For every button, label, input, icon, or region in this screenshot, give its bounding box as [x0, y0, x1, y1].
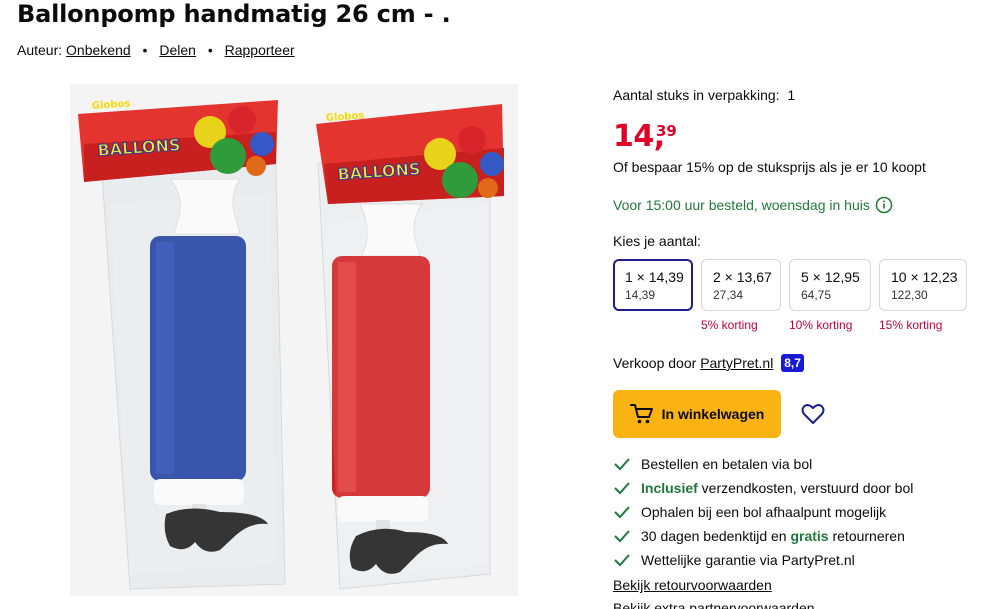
usp-item: Bestellen en betalen via bol — [613, 456, 812, 472]
author-link[interactable]: Onbekend — [66, 42, 131, 58]
check-icon — [614, 530, 630, 543]
price-decimals: 39 — [656, 122, 677, 140]
author-label: Auteur: — [17, 42, 63, 58]
add-to-cart-button[interactable]: In winkelwagen — [613, 390, 781, 438]
cart-icon — [629, 404, 653, 424]
pack-info: Aantal stuks in verpakking: 1 — [613, 87, 795, 103]
quantity-label: Kies je aantal: — [613, 233, 701, 249]
usp-text: 30 dagen bedenktijd en — [641, 528, 791, 544]
usp-text: Ophalen bij een bol afhaalpunt mogelijk — [641, 504, 887, 520]
add-to-cart-label: In winkelwagen — [661, 406, 765, 422]
quantity-option-total: 64,75 — [801, 288, 832, 302]
page-title: Ballonpomp handmatig 26 cm - . — [17, 0, 451, 28]
bulk-offer: Of bespaar 15% op de stuksprijs als je e… — [613, 159, 926, 175]
share-link[interactable]: Delen — [159, 42, 196, 58]
product-image[interactable]: Globos BALLONS Globos BALLONS — [70, 84, 518, 596]
seller-label: Verkoop door — [613, 355, 697, 371]
usp-item: Wettelijke garantie via PartyPret.nl — [613, 552, 855, 568]
check-icon — [614, 506, 630, 519]
pack-info-value: 1 — [787, 87, 796, 103]
pack-info-label: Aantal stuks in verpakking: — [613, 87, 780, 103]
check-icon — [614, 458, 630, 471]
report-link[interactable]: Rapporteer — [225, 42, 295, 58]
info-icon[interactable] — [875, 196, 893, 214]
quantity-option-price: 1 × 14,39 — [625, 269, 684, 285]
discount-label: 5% korting — [701, 318, 758, 332]
product-photo: Globos BALLONS Globos BALLONS — [70, 84, 518, 596]
meta-separator: • — [142, 42, 148, 58]
discount-label: 10% korting — [789, 318, 853, 332]
seller-score-badge: 8,7 — [781, 354, 804, 372]
quantity-option-price: 10 × 12,23 — [891, 269, 958, 285]
usp-item: 30 dagen bedenktijd en gratis retournere… — [613, 528, 905, 544]
usp-text: retourneren — [828, 528, 905, 544]
return-conditions-link[interactable]: Bekijk retourvoorwaarden — [613, 577, 772, 593]
wishlist-heart-icon[interactable] — [800, 401, 826, 427]
usp-text: verzendkosten, verstuurd door bol — [697, 480, 914, 496]
check-icon — [614, 482, 630, 495]
usp-bold: gratis — [790, 528, 829, 544]
quantity-option-1[interactable]: 1 × 14,39 14,39 — [613, 259, 693, 311]
product-meta: Auteur: Onbekend • Delen • Rapporteer — [17, 42, 295, 58]
partner-conditions-link[interactable]: Bekijk extra partnervoorwaarden — [613, 600, 815, 609]
quantity-option-total: 14,39 — [625, 288, 656, 302]
seller-info: Verkoop door PartyPret.nl 8,7 — [613, 354, 804, 372]
usp-text: Bestellen en betalen via bol — [641, 456, 813, 472]
usp-text: Wettelijke garantie via PartyPret.nl — [641, 552, 855, 568]
delivery-text: Voor 15:00 uur besteld, woensdag in huis — [613, 197, 870, 213]
meta-separator: • — [207, 42, 213, 58]
discount-label: 15% korting — [879, 318, 943, 332]
usp-item: Ophalen bij een bol afhaalpunt mogelijk — [613, 504, 886, 520]
usp-item: Inclusief verzendkosten, verstuurd door … — [613, 480, 913, 496]
quantity-option-total: 27,34 — [713, 288, 744, 302]
delivery-promise: Voor 15:00 uur besteld, woensdag in huis — [613, 196, 893, 214]
seller-link[interactable]: PartyPret.nl — [700, 355, 773, 371]
quantity-option-10[interactable]: 10 × 12,23 122,30 — [879, 259, 967, 311]
quantity-option-price: 2 × 13,67 — [713, 269, 772, 285]
check-icon — [614, 554, 630, 567]
quantity-option-2[interactable]: 2 × 13,67 27,34 — [701, 259, 781, 311]
usp-bold: Inclusief — [641, 480, 698, 496]
quantity-option-5[interactable]: 5 × 12,95 64,75 — [789, 259, 871, 311]
quantity-option-price: 5 × 12,95 — [801, 269, 860, 285]
quantity-option-total: 122,30 — [891, 288, 928, 302]
